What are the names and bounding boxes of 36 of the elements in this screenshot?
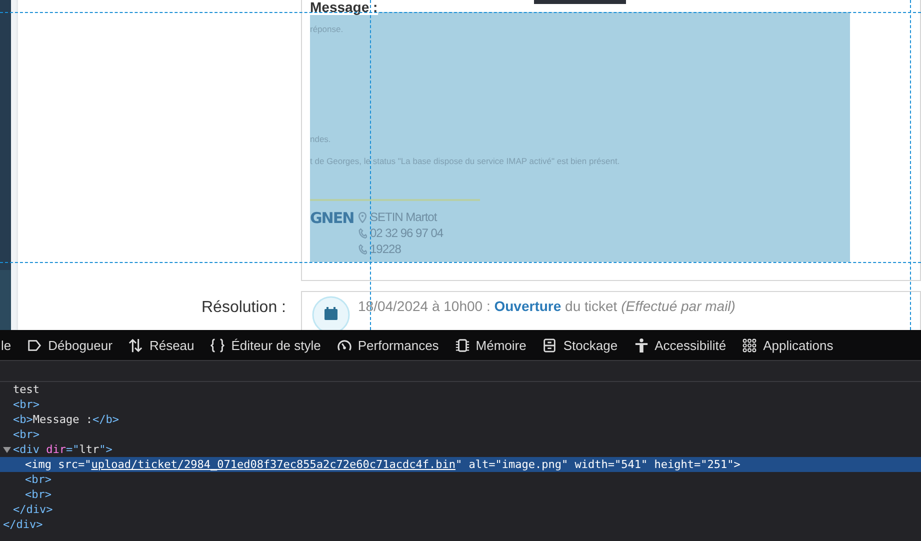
- devtools-tab[interactable]: Débogueur: [27, 338, 112, 352]
- devtools-tab[interactable]: Éditeur de style: [210, 338, 321, 352]
- devtools-tab[interactable]: Stockage: [542, 338, 618, 352]
- markup-line[interactable]: <br>: [0, 397, 921, 412]
- devtools-tab[interactable]: Applications: [742, 338, 834, 352]
- calendar-icon: [312, 296, 350, 330]
- braces-icon: [210, 338, 226, 352]
- tag-icon: [27, 338, 42, 352]
- chip-icon: [454, 338, 470, 352]
- devtools-tab[interactable]: le: [1, 338, 12, 352]
- contact-text: SETIN Martot: [370, 210, 437, 224]
- devtools-tab[interactable]: Mémoire: [454, 338, 526, 352]
- gauge-icon: [336, 338, 352, 352]
- markup-line[interactable]: </div>: [0, 517, 921, 532]
- markup-line[interactable]: <br>: [0, 472, 921, 487]
- contact-text: 02 32 96 97 04: [370, 226, 444, 240]
- grid-icon: [742, 338, 758, 352]
- markup-line[interactable]: <br>: [0, 487, 921, 502]
- logo-text: GNEN: [310, 209, 355, 229]
- sidebar-footer: [0, 270, 11, 330]
- accessibility-icon: [634, 338, 649, 352]
- markup-line[interactable]: </div>: [0, 502, 921, 517]
- pin-icon: [358, 212, 367, 222]
- phone-icon: [358, 228, 367, 238]
- devtools-tab[interactable]: Réseau: [128, 338, 194, 352]
- resolution-label: Résolution :: [200, 298, 287, 318]
- cabinet-icon: [542, 338, 558, 352]
- markup-line[interactable]: <br>: [0, 427, 921, 442]
- markup-line[interactable]: test: [0, 382, 921, 397]
- phone-icon: [358, 244, 367, 254]
- arrows-icon: [128, 338, 144, 352]
- devtools-tab[interactable]: Accessibilité: [634, 338, 726, 352]
- markup-line[interactable]: <b>Message :</b>: [0, 412, 921, 427]
- devtools-tab[interactable]: Performances: [336, 338, 439, 352]
- contact-text: 19228: [370, 242, 401, 256]
- event-text: 18/04/2024 à 10h00 : Ouverture du ticket (Effectué par mail): [358, 297, 736, 314]
